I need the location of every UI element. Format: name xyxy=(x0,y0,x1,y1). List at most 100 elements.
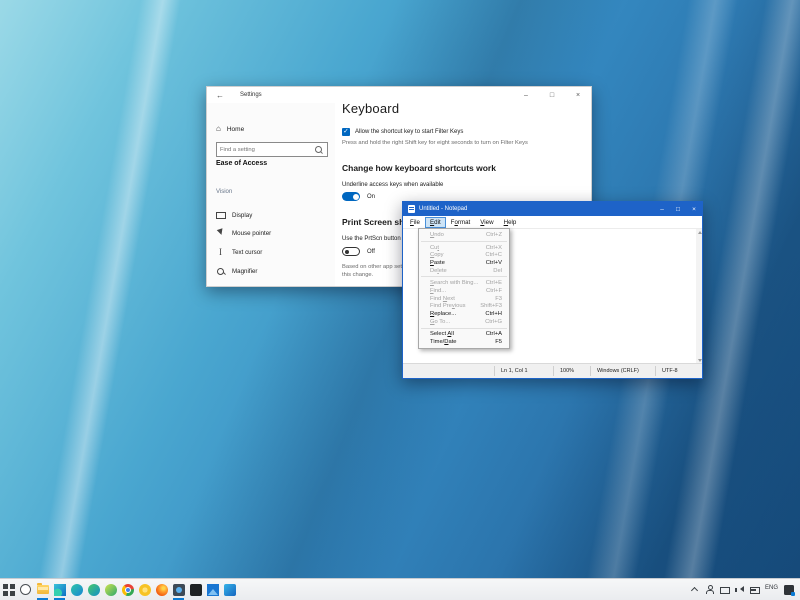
menu-item-find[interactable]: Find...Ctrl+F xyxy=(419,287,509,295)
menu-separator xyxy=(421,241,507,242)
menu-item-find-previous[interactable]: Find PreviousShift+F3 xyxy=(419,303,509,311)
sidebar-item-text-cursor[interactable]: Text cursor xyxy=(207,243,335,262)
filter-keys-label: Allow the shortcut key to start Filter K… xyxy=(355,129,463,135)
menu-item-search-with-bing[interactable]: Search with Bing...Ctrl+E xyxy=(419,279,509,287)
taskbar: ENG xyxy=(0,578,800,600)
display-icon xyxy=(216,211,225,220)
sidebar-vision-list: Display Mouse pointer Text cursor Magnifier… xyxy=(207,206,335,287)
chrome-canary-taskbar-icon[interactable] xyxy=(136,579,153,600)
status-encoding: UTF-8 xyxy=(655,366,702,376)
tray-chevron-up-icon[interactable] xyxy=(690,585,699,594)
tray-battery-icon[interactable] xyxy=(750,585,759,594)
filter-keys-description: Press and hold the right Shift key for e… xyxy=(342,140,528,146)
edge-dev-taskbar-icon[interactable] xyxy=(68,579,85,600)
snip-taskbar-icon[interactable] xyxy=(170,579,187,600)
search-input[interactable] xyxy=(217,147,315,153)
sidebar-item-mouse-pointer[interactable]: Mouse pointer xyxy=(207,225,335,244)
edge-taskbar-icon[interactable] xyxy=(51,579,68,600)
menu-help[interactable]: Help xyxy=(499,217,522,228)
photos-taskbar-icon[interactable] xyxy=(204,579,221,600)
edge-canary-icon xyxy=(105,584,117,596)
magnifier-icon xyxy=(216,267,225,276)
menu-file[interactable]: File xyxy=(405,217,425,228)
terminal-icon xyxy=(190,584,202,596)
sidebar-item-label: Display xyxy=(232,212,252,219)
sidebar-item-color-filters[interactable]: Color filters xyxy=(207,280,335,287)
menu-item-paste[interactable]: PasteCtrl+V xyxy=(419,259,509,267)
scroll-down-icon[interactable] xyxy=(698,359,702,362)
notepad-status-bar: Ln 1, Col 1 100% Windows (CRLF) UTF-8 xyxy=(403,363,702,378)
menu-item-undo[interactable]: UndoCtrl+Z xyxy=(419,231,509,239)
text-cursor-icon xyxy=(216,248,225,257)
menu-format[interactable]: Format xyxy=(446,217,476,228)
movies-taskbar-icon[interactable] xyxy=(221,579,238,600)
underline-toggle-row: On xyxy=(342,192,375,201)
search-taskbar-icon[interactable] xyxy=(17,579,34,600)
menu-item-find-next[interactable]: Find NextF3 xyxy=(419,295,509,303)
tray-display-icon[interactable] xyxy=(720,585,729,594)
scroll-up-icon[interactable] xyxy=(698,231,702,234)
firefox-taskbar-icon[interactable] xyxy=(153,579,170,600)
tray-volume-icon[interactable] xyxy=(735,585,744,594)
menu-item-cut[interactable]: CutCtrl+X xyxy=(419,244,509,252)
notepad-app-icon xyxy=(408,205,415,213)
toggle-off[interactable] xyxy=(342,247,360,256)
snip-icon xyxy=(173,584,185,596)
toggle-off-label: Off xyxy=(367,249,375,255)
start-button[interactable] xyxy=(0,579,17,600)
search-icon xyxy=(315,146,322,153)
menu-item-replace[interactable]: Replace...Ctrl+H xyxy=(419,310,509,318)
settings-window-title: Settings xyxy=(240,92,262,98)
terminal-taskbar-icon[interactable] xyxy=(187,579,204,600)
chrome-taskbar-icon[interactable] xyxy=(119,579,136,600)
underline-access-keys-label: Underline access keys when available xyxy=(342,182,443,188)
checkbox-checked-icon[interactable]: ✓ xyxy=(342,128,350,136)
status-cursor-position: Ln 1, Col 1 xyxy=(494,366,553,376)
home-label: Home xyxy=(227,126,244,133)
scrollbar[interactable] xyxy=(696,229,702,364)
notepad-window: Untitled - Notepad – □ × FileEditFormatV… xyxy=(402,201,703,379)
notepad-window-title: Untitled - Notepad xyxy=(419,206,467,212)
edge-beta-icon xyxy=(88,584,100,596)
menu-item-select-all[interactable]: Select AllCtrl+A xyxy=(419,331,509,339)
movies-icon xyxy=(224,584,236,596)
sidebar-item-magnifier[interactable]: Magnifier xyxy=(207,262,335,281)
action-center-icon[interactable] xyxy=(784,585,794,595)
menu-view[interactable]: View xyxy=(475,217,498,228)
tray-language-indicator[interactable]: ENG xyxy=(765,585,778,594)
sidebar-item-label: Magnifier xyxy=(232,268,257,275)
sidebar-item-home[interactable]: ⌂ Home xyxy=(216,125,244,133)
menu-separator xyxy=(421,276,507,277)
file-explorer-icon xyxy=(37,585,49,594)
toggle-on[interactable] xyxy=(342,192,360,201)
start-icon xyxy=(3,584,15,596)
menu-item-delete[interactable]: DeleteDel xyxy=(419,267,509,275)
photos-icon xyxy=(207,584,219,596)
search-icon xyxy=(20,584,31,595)
filter-keys-checkbox-row: ✓ Allow the shortcut key to start Filter… xyxy=(342,128,463,136)
tray-person-icon[interactable] xyxy=(705,585,714,594)
edit-menu-dropdown: UndoCtrl+Z CutCtrl+XCopyCtrl+CPasteCtrl+V… xyxy=(418,228,510,349)
status-line-ending: Windows (CRLF) xyxy=(590,366,655,376)
maximize-button[interactable]: □ xyxy=(670,202,686,216)
shortcuts-section-title: Change how keyboard shortcuts work xyxy=(342,163,496,173)
minimize-button[interactable]: – xyxy=(654,202,670,216)
edge-beta-taskbar-icon[interactable] xyxy=(85,579,102,600)
sidebar-item-label: Text cursor xyxy=(232,249,262,256)
sidebar-item-display[interactable]: Display xyxy=(207,206,335,225)
menu-item-time-date[interactable]: Time/DateF5 xyxy=(419,338,509,346)
menu-item-copy[interactable]: CopyCtrl+C xyxy=(419,251,509,259)
back-icon[interactable]: ← xyxy=(216,91,224,100)
mouse-pointer-icon xyxy=(216,229,225,238)
menu-edit[interactable]: Edit xyxy=(425,217,446,228)
chrome-canary-icon xyxy=(139,584,151,596)
status-zoom-level: 100% xyxy=(553,366,590,376)
menu-item-go-to[interactable]: Go To...Ctrl+G xyxy=(419,318,509,326)
notepad-titlebar[interactable]: Untitled - Notepad – □ × xyxy=(403,202,702,216)
close-button[interactable]: × xyxy=(686,202,702,216)
page-title: Keyboard xyxy=(342,101,399,116)
edge-canary-taskbar-icon[interactable] xyxy=(102,579,119,600)
edge-icon xyxy=(54,584,66,596)
settings-search-box[interactable] xyxy=(216,142,328,157)
file-explorer-taskbar-icon[interactable] xyxy=(34,579,51,600)
